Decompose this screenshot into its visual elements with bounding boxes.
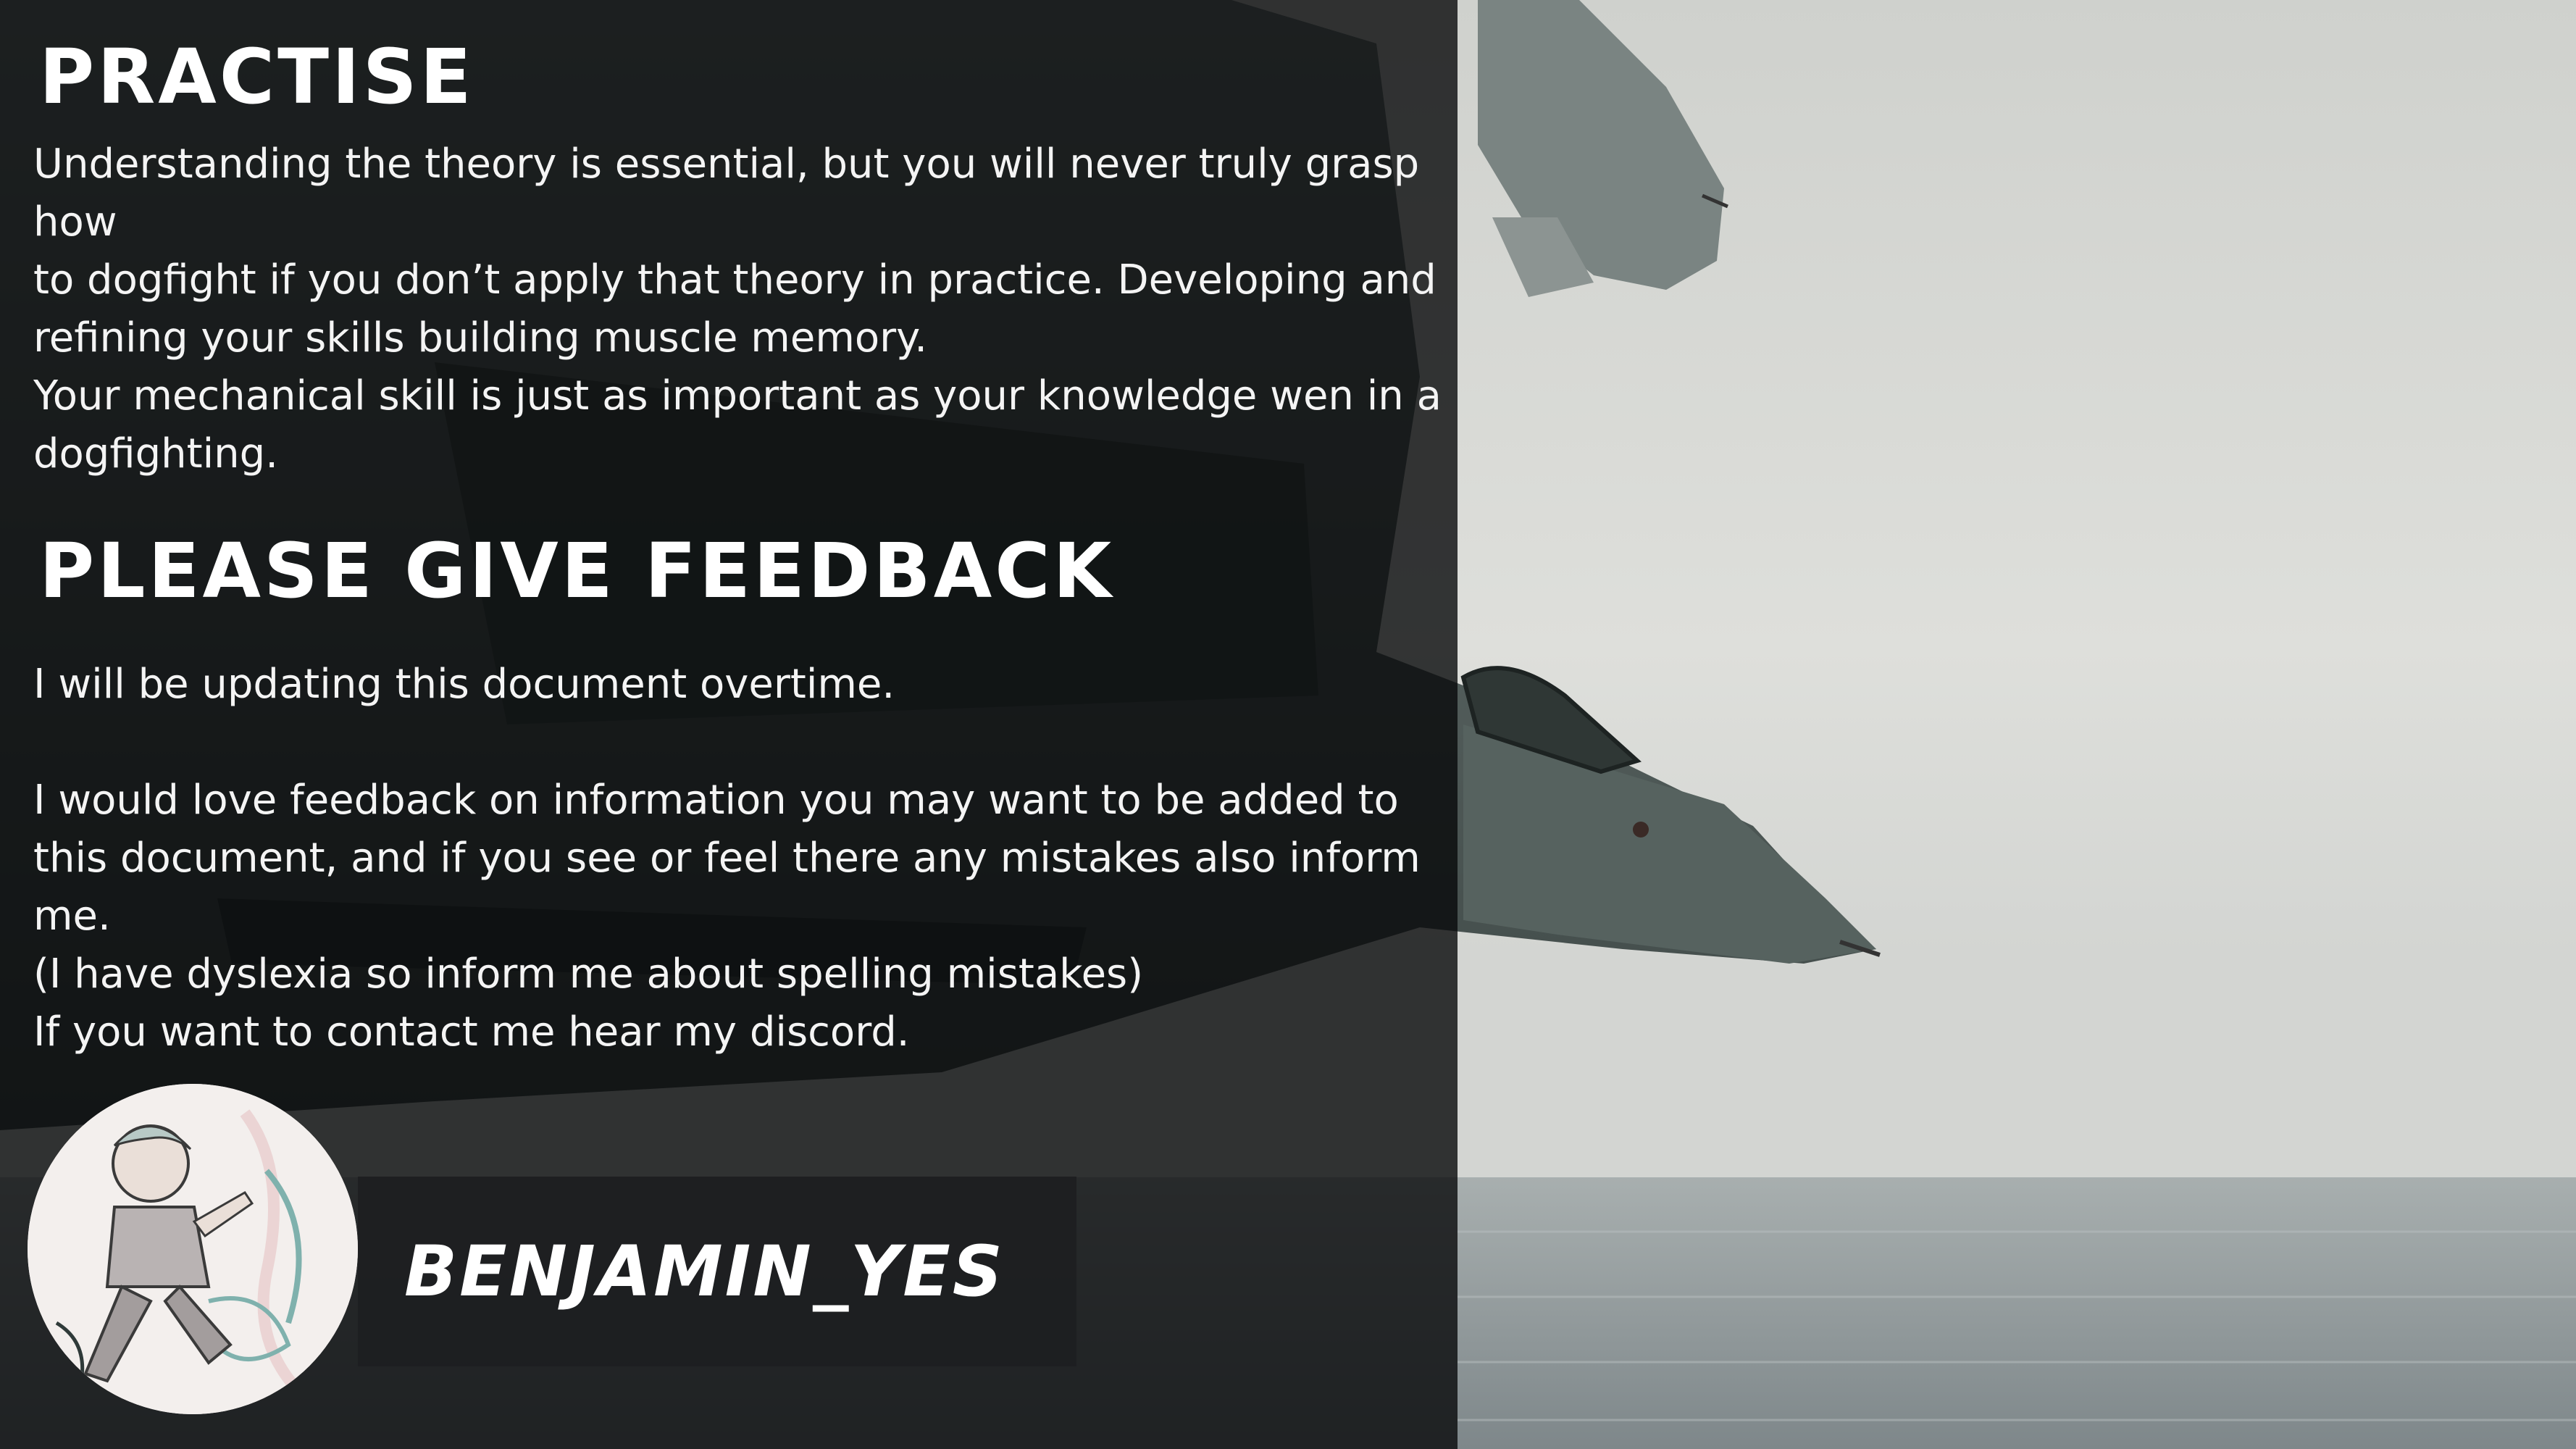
discord-username: BENJAMIN_YES	[404, 1231, 1005, 1312]
practise-paragraph-1: Understanding the theory is essential, b…	[33, 141, 1437, 362]
feedback-paragraph-1: I will be updating this document overtim…	[33, 661, 895, 708]
section-title-feedback: PLEASE GIVE FEEDBACK	[39, 527, 1115, 615]
document-content: PRACTISE Understanding the theory is ess…	[0, 0, 1458, 1449]
section-title-practise: PRACTISE	[39, 33, 474, 121]
discord-name-bar: BENJAMIN_YES	[358, 1177, 1076, 1366]
avatar	[28, 1084, 358, 1414]
feedback-paragraph-2: I would love feedback on information you…	[33, 777, 1421, 998]
avatar-sketch-image	[28, 1084, 358, 1414]
feedback-paragraph-3: If you want to contact me hear my discor…	[33, 1009, 910, 1056]
practise-paragraph-2: Your mechanical skill is just as importa…	[33, 372, 1442, 477]
